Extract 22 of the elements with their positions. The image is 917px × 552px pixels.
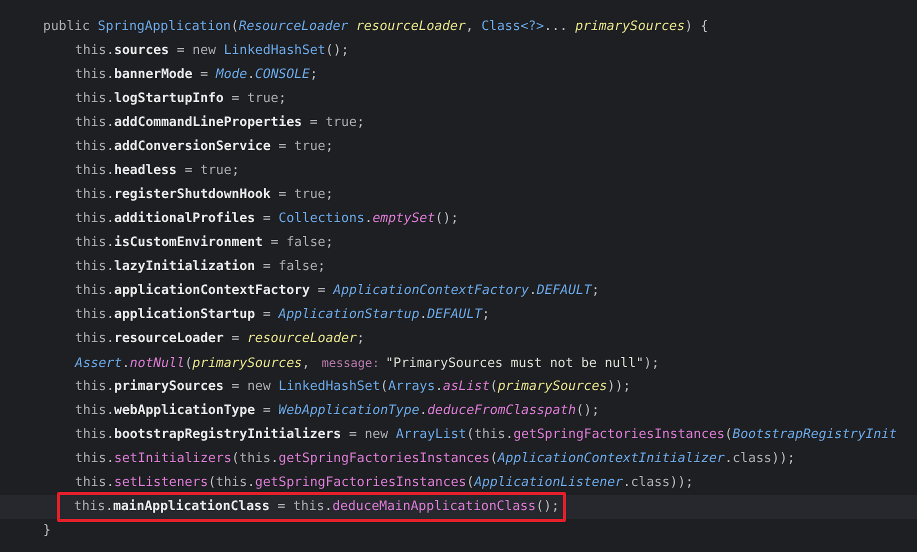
- code-line: this.logStartupInfo = true;: [74, 90, 286, 108]
- code-line: this.registerShutdownHook = true;: [74, 186, 334, 204]
- code-line: this.lazyInitialization = false;: [74, 258, 326, 276]
- code-line: this.setListeners(this.getSpringFactoriesInstances(ApplicationListener.class));: [74, 474, 694, 492]
- code-line: this.sources = new LinkedHashSet();: [74, 42, 349, 60]
- code-line: }: [42, 522, 51, 540]
- code-line: this.bootstrapRegistryInitializers = new ArrayList(this.getSpringFactoriesInstances(BootstrapRegistryInit: [74, 426, 897, 444]
- code-line: this.mainApplicationClass = this.deduceMainApplicationClass();: [74, 498, 560, 516]
- code-line: this.setInitializers(this.getSpringFactoriesInstances(ApplicationContextInitializer.class));: [74, 450, 796, 468]
- code-line: this.headless = true;: [74, 162, 240, 180]
- code-line: public SpringApplication(ResourceLoader resourceLoader, Class<?>... primarySources) {: [42, 18, 708, 36]
- code-line: this.resourceLoader = resourceLoader;: [74, 330, 365, 348]
- code-line: this.addConversionService = true;: [74, 138, 334, 156]
- code-line: Assert.notNull(primarySources, message: "PrimarySources must not be null");: [74, 355, 660, 373]
- code-line: this.additionalProfiles = Collections.emptySet();: [74, 210, 459, 228]
- code-line: this.addCommandLineProperties = true;: [74, 114, 365, 132]
- code-line: this.applicationStartup = ApplicationStartup.DEFAULT;: [74, 306, 490, 324]
- code-line: this.bannerMode = Mode.CONSOLE;: [74, 66, 318, 84]
- code-line: this.primarySources = new LinkedHashSet(Arrays.asList(primarySources));: [74, 378, 631, 396]
- code-line: this.isCustomEnvironment = false;: [74, 234, 334, 252]
- code-line: this.webApplicationType = WebApplicationType.deduceFromClasspath();: [74, 402, 600, 420]
- code-line: this.applicationContextFactory = ApplicationContextFactory.DEFAULT;: [74, 282, 600, 300]
